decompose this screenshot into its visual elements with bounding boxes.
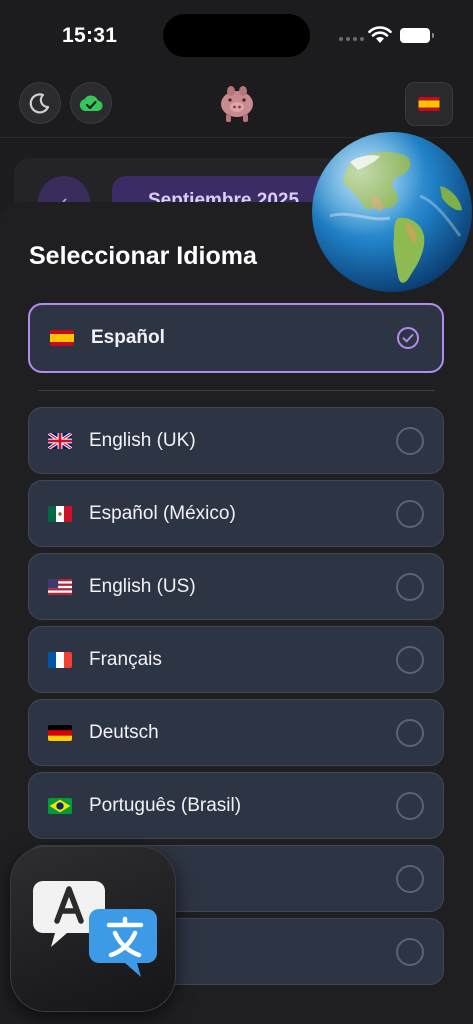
language-option-selected[interactable]: Español (28, 303, 444, 373)
radio-unselected (396, 864, 424, 893)
brazil-flag-icon (48, 797, 72, 814)
uk-flag-icon (48, 432, 72, 449)
language-label: Deutsch (89, 721, 159, 743)
spain-flag-icon (50, 330, 74, 346)
language-label: English (US) (89, 575, 196, 597)
language-option-fr[interactable]: Français (28, 626, 444, 693)
radio-unselected (396, 572, 424, 601)
language-option-en-us[interactable]: English (US) (28, 553, 444, 620)
language-label: Español (México) (89, 502, 236, 524)
language-label: Español (91, 327, 165, 348)
radio-unselected (396, 645, 424, 674)
language-option-es-mx[interactable]: Español (México) (28, 480, 444, 547)
mexico-flag-icon (48, 505, 72, 522)
piggy-bank-icon (221, 86, 253, 122)
status-time: 15:31 (62, 24, 118, 47)
language-label: Français (89, 648, 162, 670)
spain-flag-icon (418, 97, 440, 111)
cloud-check-icon (79, 95, 103, 111)
language-label: English (UK) (89, 429, 196, 451)
dark-mode-button[interactable] (19, 82, 61, 124)
check-circle-icon (397, 327, 419, 349)
status-bar: 15:31 (0, 0, 473, 72)
language-option-en-gb[interactable]: English (UK) (28, 407, 444, 474)
globe-icon (312, 132, 472, 292)
radio-unselected (396, 499, 424, 528)
radio-unselected (396, 937, 424, 966)
radio-unselected (396, 718, 424, 747)
france-flag-icon (48, 651, 72, 668)
germany-flag-icon (48, 724, 72, 741)
divider (38, 390, 435, 391)
wifi-icon (368, 26, 392, 43)
radio-unselected (396, 426, 424, 455)
cellular-signal-icon (339, 37, 364, 41)
sheet-title: Seleccionar Idioma (29, 242, 257, 270)
translate-bubbles-icon (33, 881, 157, 977)
language-option-pt-br[interactable]: Português (Brasil) (28, 772, 444, 839)
language-label: Português (Brasil) (89, 794, 242, 816)
battery-icon (400, 28, 434, 43)
language-flag-button[interactable] (405, 82, 453, 126)
radio-unselected (396, 791, 424, 820)
us-flag-icon (48, 578, 72, 595)
language-option-de[interactable]: Deutsch (28, 699, 444, 766)
translate-app-icon (10, 846, 176, 1012)
dynamic-island (163, 14, 310, 57)
cloud-sync-button[interactable] (70, 82, 112, 124)
moon-icon (29, 93, 50, 114)
